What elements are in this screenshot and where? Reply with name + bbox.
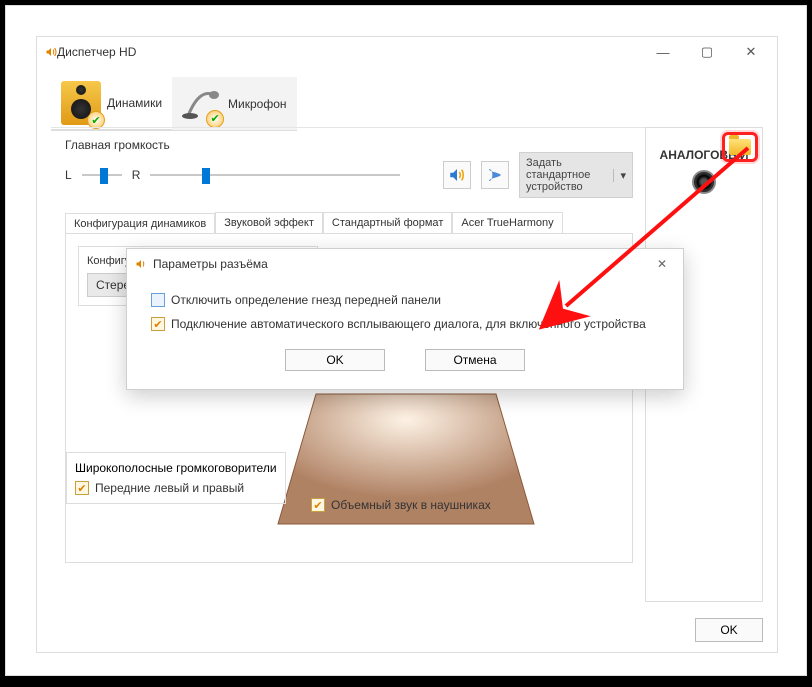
device-tabs: ✔ Динамики ✔ Микрофон: [51, 77, 763, 131]
tab-speakers[interactable]: ✔ Динамики: [51, 77, 172, 131]
tab-microphone-label: Микрофон: [228, 97, 286, 111]
subtab-effect[interactable]: Звуковой эффект: [215, 212, 323, 233]
volume-right-label: R: [132, 168, 141, 182]
play-test-button[interactable]: [443, 161, 471, 189]
check-icon: ✔: [311, 498, 325, 512]
audio-jack[interactable]: [692, 170, 716, 194]
sound-icon: [448, 166, 466, 184]
front-lr-checkbox[interactable]: ✔ Передние левый и правый: [75, 481, 277, 495]
checkbox-icon: ✔: [151, 293, 165, 307]
close-button[interactable]: ✕: [729, 38, 773, 66]
speaker-icon: [135, 258, 147, 270]
check-icon: ✔: [75, 481, 89, 495]
dialog-ok-button[interactable]: OK: [285, 349, 385, 371]
minimize-button[interactable]: —: [641, 38, 685, 66]
chevron-down-icon: ▾: [613, 169, 626, 182]
subtabs: Конфигурация динамиков Звуковой эффект С…: [65, 212, 633, 233]
subtab-harmony[interactable]: Acer TrueHarmony: [452, 212, 562, 233]
dialog-close-button[interactable]: ✕: [649, 257, 675, 271]
surround-headphones-checkbox[interactable]: ✔ Объемный звук в наушниках: [311, 498, 491, 512]
connector-settings-dialog: Параметры разъёма ✕ ✔ Отключить определе…: [126, 248, 684, 390]
surround-headphones-label: Объемный звук в наушниках: [331, 498, 491, 512]
dialog-title: Параметры разъёма: [153, 257, 268, 271]
tab-microphone[interactable]: ✔ Микрофон: [172, 77, 296, 131]
dialog-titlebar: Параметры разъёма ✕: [127, 249, 683, 279]
opt2-label: Подключение автоматического всплывающего…: [171, 317, 646, 331]
front-lr-label: Передние левый и правый: [95, 481, 244, 495]
connector-settings-button[interactable]: [722, 132, 758, 162]
titlebar: Диспетчер HD — ▢ ✕: [37, 37, 777, 67]
folder-icon: [729, 139, 751, 155]
mute-button[interactable]: [481, 161, 509, 189]
volume-left-label: L: [65, 168, 72, 182]
wideband-title: Широкополосные громкоговорители: [75, 461, 277, 475]
wideband-group: Широкополосные громкоговорители ✔ Передн…: [66, 452, 286, 504]
subtab-config[interactable]: Конфигурация динамиков: [65, 213, 215, 234]
set-default-device-label: Задать стандартное устройство: [526, 157, 607, 193]
dialog-cancel-button[interactable]: Отмена: [425, 349, 525, 371]
window-title: Диспетчер HD: [57, 45, 641, 59]
main-volume-label: Главная громкость: [65, 138, 633, 152]
microphone-icon: ✔: [182, 82, 222, 126]
speakers-icon: ✔: [61, 81, 101, 125]
set-default-device-button[interactable]: Задать стандартное устройство ▾: [519, 152, 633, 198]
balance-slider[interactable]: [82, 166, 122, 184]
main-ok-button[interactable]: OK: [695, 618, 763, 642]
maximize-button[interactable]: ▢: [685, 38, 729, 66]
check-icon: ✔: [151, 317, 165, 331]
tab-speakers-label: Динамики: [107, 96, 162, 110]
disable-front-jack-detection-checkbox[interactable]: ✔ Отключить определение гнезд передней п…: [151, 293, 659, 307]
auto-popup-dialog-checkbox[interactable]: ✔ Подключение автоматического всплывающе…: [151, 317, 659, 331]
opt1-label: Отключить определение гнезд передней пан…: [171, 293, 441, 307]
volume-slider[interactable]: [150, 166, 400, 184]
subtab-format[interactable]: Стандартный формат: [323, 212, 452, 233]
speaker-icon: [45, 46, 57, 58]
mute-icon: [486, 166, 504, 184]
